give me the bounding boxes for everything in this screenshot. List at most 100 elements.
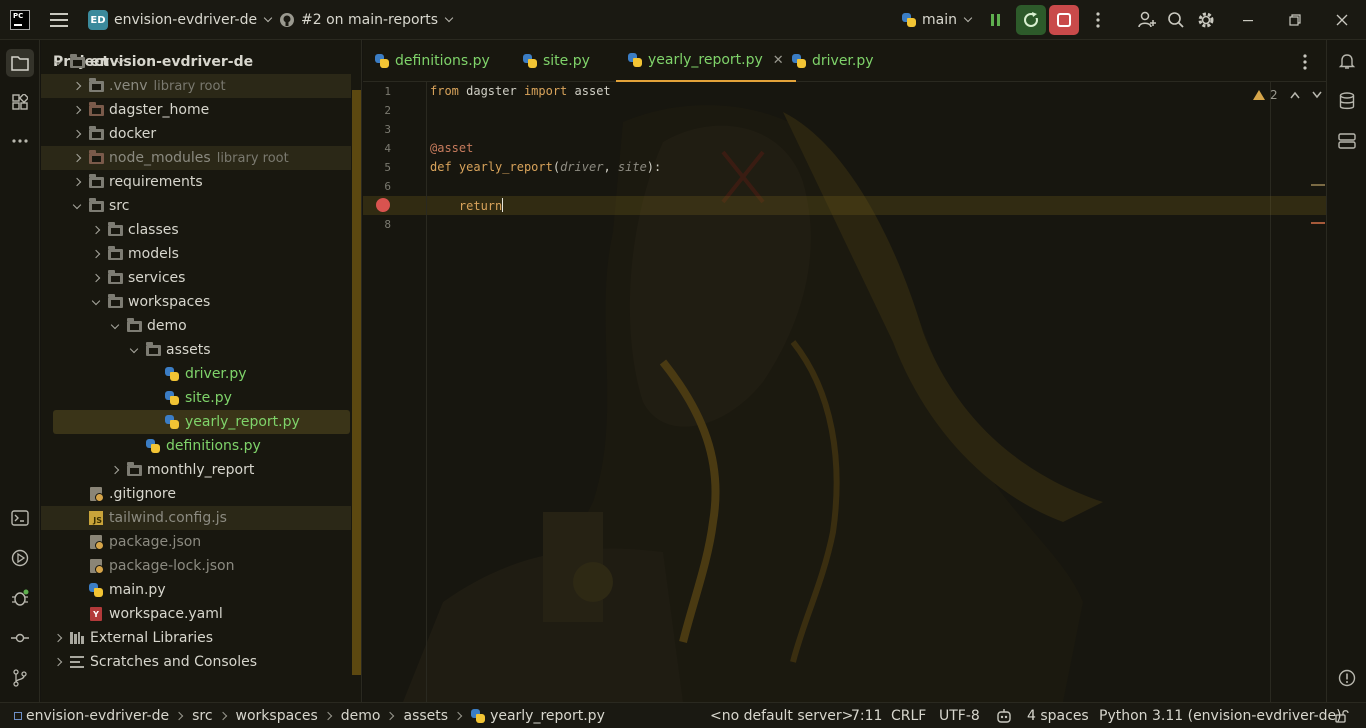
structure-tool-button[interactable] — [8, 90, 32, 114]
chevron-right-icon[interactable] — [91, 266, 101, 290]
tree-item[interactable]: requirements — [41, 170, 351, 194]
tab-site[interactable]: site.py — [511, 40, 602, 82]
tab-definitions[interactable]: definitions.py — [363, 40, 502, 82]
chevron-right-icon[interactable] — [72, 74, 82, 98]
breadcrumb-item[interactable]: yearly_report.py — [490, 708, 605, 724]
chevron-right-icon[interactable] — [91, 218, 101, 242]
tree-item[interactable]: src — [41, 194, 351, 218]
terminal-tool-button[interactable] — [8, 506, 32, 530]
deployment-server[interactable]: <no default server> — [710, 703, 853, 728]
project-selector[interactable]: ED envision-evdriver-de — [88, 0, 273, 40]
breadcrumb-item[interactable]: assets — [403, 708, 448, 724]
tab-actions-button[interactable] — [1293, 50, 1317, 74]
services-tool-button[interactable] — [1335, 129, 1359, 153]
server-icon — [1338, 133, 1356, 149]
tree-item[interactable]: External Libraries — [41, 626, 351, 650]
minimize-button[interactable] — [1236, 8, 1260, 32]
line-gutter[interactable]: 1 2 3 4 5 6 8 — [363, 82, 427, 702]
chevron-right-icon[interactable] — [72, 122, 82, 146]
readonly-toggle[interactable] — [1335, 703, 1349, 728]
chevron-down-icon[interactable] — [129, 338, 139, 362]
rerun-button[interactable] — [1016, 5, 1046, 35]
chevron-right-icon[interactable] — [53, 650, 63, 674]
more-tools-button[interactable] — [8, 129, 32, 153]
chevron-right-icon[interactable] — [72, 98, 82, 122]
run-tool-button[interactable] — [8, 546, 32, 570]
tree-item[interactable]: main.py — [41, 578, 351, 602]
chevron-up-icon[interactable] — [1290, 91, 1300, 99]
tree-item[interactable]: Scratches and Consoles — [41, 650, 351, 674]
tree-item[interactable]: envision-evdriver-de — [41, 50, 351, 74]
chevron-right-icon[interactable] — [72, 146, 82, 170]
inspection-widget[interactable]: 2 — [1253, 88, 1322, 102]
tree-item-label: docker — [109, 126, 157, 142]
breadcrumb-item[interactable]: workspaces — [236, 708, 318, 724]
chevron-right-icon[interactable] — [72, 170, 82, 194]
stop-button[interactable] — [1049, 5, 1079, 35]
chevron-right-icon[interactable] — [53, 626, 63, 650]
notifications-button[interactable] — [1335, 49, 1359, 73]
tree-scrollbar[interactable] — [352, 90, 361, 675]
caret-position[interactable]: 7:11 — [851, 703, 882, 728]
breadcrumb-item[interactable]: src — [192, 708, 212, 724]
tree-item[interactable]: services — [41, 266, 351, 290]
add-user-button[interactable] — [1135, 8, 1159, 32]
tree-item[interactable]: definitions.py — [41, 434, 351, 458]
chevron-down-icon[interactable] — [72, 194, 82, 218]
tree-item[interactable]: monthly_report — [41, 458, 351, 482]
tree-item[interactable]: demo — [41, 314, 351, 338]
breadcrumb-item[interactable]: demo — [341, 708, 381, 724]
tab-driver[interactable]: driver.py — [780, 40, 886, 82]
problems-tool-button[interactable] — [1335, 666, 1359, 690]
python-interpreter[interactable]: Python 3.11 (envision-evdriver-de) — [1099, 703, 1342, 728]
file-encoding[interactable]: UTF-8 — [939, 703, 980, 728]
chevron-down-icon[interactable] — [53, 50, 63, 74]
code-line-7: return — [458, 198, 504, 213]
tree-item[interactable]: dagster_home — [41, 98, 351, 122]
search-button[interactable] — [1164, 8, 1188, 32]
pause-button[interactable] — [984, 8, 1008, 32]
app-logo-icon[interactable]: PC — [10, 10, 30, 30]
chevron-down-icon[interactable] — [1312, 91, 1322, 99]
ai-assistant-button[interactable] — [996, 703, 1012, 728]
tree-item[interactable]: assets — [41, 338, 351, 362]
tree-item[interactable]: docker — [41, 122, 351, 146]
close-window-button[interactable] — [1330, 8, 1354, 32]
unlock-icon — [1335, 710, 1349, 723]
tree-item[interactable]: driver.py — [41, 362, 351, 386]
tree-item[interactable]: JS tailwind.config.js — [41, 506, 351, 530]
debug-tool-button[interactable] — [8, 586, 32, 610]
tree-item[interactable]: node_modules library root — [41, 146, 351, 170]
restore-button[interactable] — [1283, 8, 1307, 32]
breadcrumb-item[interactable]: envision-evdriver-de — [26, 708, 169, 724]
chevron-right-icon[interactable] — [110, 458, 120, 482]
tree-item[interactable]: classes — [41, 218, 351, 242]
pull-request-selector[interactable]: #2 on main-reports — [279, 0, 454, 40]
indent-setting[interactable]: 4 spaces — [1027, 703, 1089, 728]
chevron-down-icon[interactable] — [110, 314, 120, 338]
tree-item[interactable]: .gitignore — [41, 482, 351, 506]
git-tool-button[interactable] — [8, 666, 32, 690]
commit-tool-button[interactable] — [8, 626, 32, 650]
line-separator[interactable]: CRLF — [891, 703, 926, 728]
branch-selector[interactable]: main — [902, 0, 973, 40]
main-menu-button[interactable] — [48, 0, 70, 40]
tab-yearly-report[interactable]: yearly_report.py ✕ — [616, 40, 796, 82]
more-actions-button[interactable] — [1086, 8, 1110, 32]
breakpoint-icon[interactable] — [376, 198, 390, 212]
code-editor[interactable]: 1 2 3 4 5 6 8 from dagster import asset … — [363, 82, 1326, 702]
tree-item-label: definitions.py — [166, 438, 261, 454]
tree-item[interactable]: package-lock.json — [41, 554, 351, 578]
tree-item[interactable]: .venv library root — [41, 74, 351, 98]
database-tool-button[interactable] — [1335, 89, 1359, 113]
chevron-down-icon[interactable] — [91, 290, 101, 314]
tree-item[interactable]: workspaces — [41, 290, 351, 314]
tree-item[interactable]: site.py — [41, 386, 351, 410]
chevron-right-icon[interactable] — [91, 242, 101, 266]
project-tool-button[interactable] — [6, 49, 34, 77]
tree-item[interactable]: package.json — [41, 530, 351, 554]
tree-item[interactable]: models — [41, 242, 351, 266]
tree-item[interactable]: Yworkspace.yaml — [41, 602, 351, 626]
tree-item[interactable]: yearly_report.py — [53, 410, 350, 434]
settings-button[interactable] — [1194, 8, 1218, 32]
